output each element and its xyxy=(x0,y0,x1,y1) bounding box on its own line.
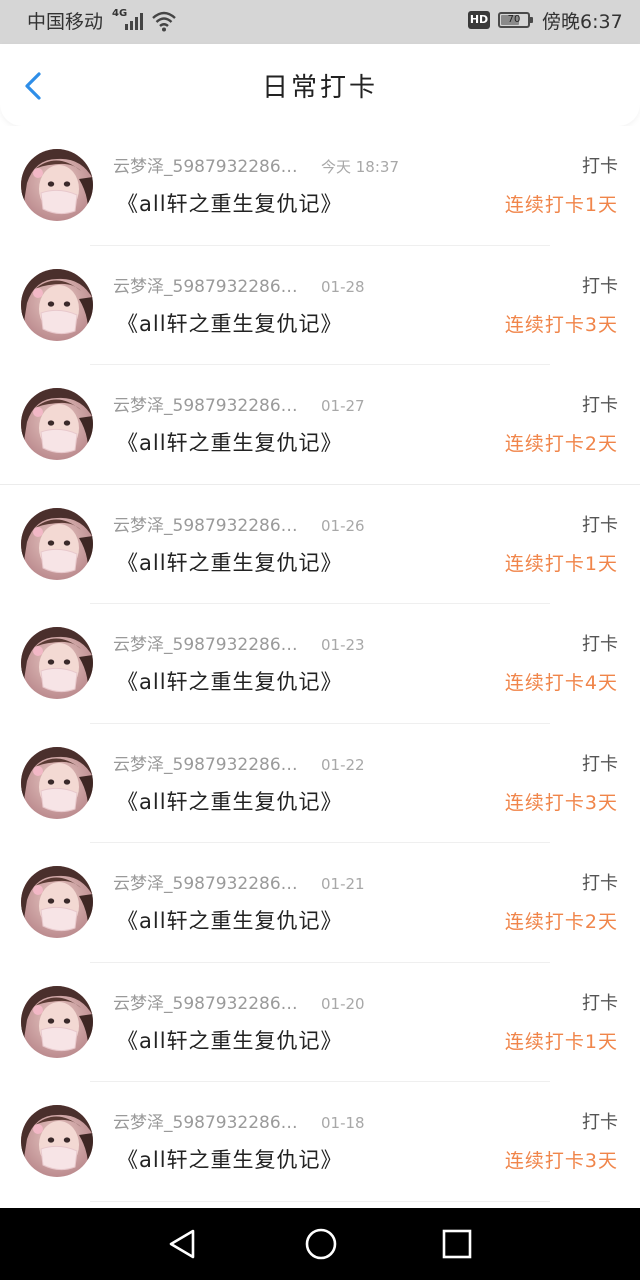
checkin-date: 01-26 xyxy=(321,516,365,535)
list-item[interactable]: 云梦泽_5987932286… 01-26 《all轩之重生复仇记》 打卡连续打卡1天 xyxy=(0,484,640,604)
battery-cap xyxy=(530,17,533,23)
username: 云梦泽_5987932286… xyxy=(113,993,298,1014)
checkin-label: 打卡 xyxy=(582,634,618,655)
streak-count: 连续打卡3天 xyxy=(504,313,618,336)
nav-home-button[interactable] xyxy=(303,1226,339,1266)
checkin-label: 打卡 xyxy=(582,395,618,416)
battery-level: 70 xyxy=(507,14,521,25)
checkin-label: 打卡 xyxy=(582,753,618,775)
checkin-date: 01-20 xyxy=(321,994,365,1013)
book-title[interactable]: 《all轩之重生复仇记》 xyxy=(117,1027,343,1055)
list-item[interactable]: 云梦泽_5987932286… 01-22 《all轩之重生复仇记》 打卡连续打卡3天 xyxy=(0,723,640,843)
list-item[interactable]: 云梦泽_5987932286… 01-27 《all轩之重生复仇记》 打卡连续打卡2天 xyxy=(0,365,640,485)
book-title[interactable]: 《all轩之重生复仇记》 xyxy=(117,788,343,816)
streak-count: 连续打卡4天 xyxy=(504,672,618,694)
hd-badge: HD xyxy=(468,11,490,29)
battery-icon: 70 xyxy=(498,12,530,28)
book-title[interactable]: 《all轩之重生复仇记》 xyxy=(117,429,343,457)
avatar[interactable] xyxy=(21,507,93,580)
nav-back-button[interactable] xyxy=(165,1226,201,1266)
avatar[interactable] xyxy=(21,268,93,341)
navigation-bar xyxy=(0,1208,640,1280)
triangle-back-icon xyxy=(169,1229,195,1259)
book-title[interactable]: 《all轩之重生复仇记》 xyxy=(117,668,343,696)
list-item[interactable]: 云梦泽_5987932286… 01-23 《all轩之重生复仇记》 打卡连续打卡4天 xyxy=(0,604,640,724)
streak-count: 连续打卡1天 xyxy=(504,194,618,216)
status-time: 傍晚6:37 xyxy=(542,11,623,33)
checkin-date: 01-21 xyxy=(321,875,365,893)
list-item[interactable]: 云梦泽_5987932286… 今天 18:37 《all轩之重生复仇记》 打卡连续打… xyxy=(0,126,640,246)
avatar[interactable] xyxy=(21,388,93,460)
checkin-label: 打卡 xyxy=(582,156,618,177)
checkin-date: 01-18 xyxy=(321,1114,365,1132)
checkin-date: 01-28 xyxy=(321,277,365,296)
streak-count: 连续打卡1天 xyxy=(504,1030,618,1053)
square-recent-icon xyxy=(442,1229,472,1259)
list-item[interactable]: 云梦泽_5987932286… 01-18 《all轩之重生复仇记》 打卡连续打卡3天 xyxy=(0,1082,640,1202)
checkin-list: 云梦泽_5987932286… 今天 18:37 《all轩之重生复仇记》 打卡 连续打… xyxy=(0,126,640,1202)
streak-count: 连续打卡1天 xyxy=(504,552,618,575)
book-title[interactable]: 《all轩之重生复仇记》 xyxy=(117,190,343,218)
username: 云梦泽_5987932286… xyxy=(113,157,298,177)
avatar[interactable] xyxy=(21,149,93,221)
username: 云梦泽_5987932286… xyxy=(113,1113,298,1133)
streak-count: 连续打卡3天 xyxy=(504,791,618,814)
screen: 中国移动 4G HD 70 傍晚6:37 日常打卡 云梦泽_5987932286… xyxy=(0,0,640,1280)
list-item[interactable]: 云梦泽_5987932286… 01-20 《all轩之重生复仇记》 打卡连续打卡1天 xyxy=(0,962,640,1082)
username: 云梦泽_5987932286… xyxy=(113,754,298,775)
carrier-label: 中国移动 xyxy=(27,11,104,33)
circle-home-icon xyxy=(305,1228,337,1260)
checkin-date: 01-23 xyxy=(321,636,365,654)
username: 云梦泽_5987932286… xyxy=(113,635,298,655)
checkin-date: 今天 18:37 xyxy=(321,158,399,176)
streak-count: 连续打卡2天 xyxy=(504,911,618,933)
checkin-label: 打卡 xyxy=(582,275,618,297)
checkin-label: 打卡 xyxy=(582,514,618,536)
nav-recent-button[interactable] xyxy=(439,1226,475,1266)
book-title[interactable]: 《all轩之重生复仇记》 xyxy=(117,907,343,935)
wifi-icon xyxy=(151,10,177,36)
list-item[interactable]: 云梦泽_5987932286… 01-28 《all轩之重生复仇记》 打卡连续打卡3天 xyxy=(0,245,640,365)
avatar[interactable] xyxy=(21,627,93,699)
avatar[interactable] xyxy=(21,1105,93,1177)
checkin-label: 打卡 xyxy=(582,1112,618,1133)
avatar[interactable] xyxy=(21,746,93,819)
checkin-label: 打卡 xyxy=(582,873,618,894)
divider xyxy=(90,1200,550,1202)
book-title[interactable]: 《all轩之重生复仇记》 xyxy=(117,549,343,577)
checkin-label: 打卡 xyxy=(582,992,618,1014)
username: 云梦泽_5987932286… xyxy=(113,874,298,894)
header: 日常打卡 xyxy=(0,44,640,126)
streak-count: 连续打卡2天 xyxy=(504,433,618,455)
status-bar: 中国移动 4G HD 70 傍晚6:37 xyxy=(0,0,640,44)
username: 云梦泽_5987932286… xyxy=(113,276,298,297)
streak-count: 连续打卡3天 xyxy=(504,1150,618,1172)
page-title: 日常打卡 xyxy=(261,73,378,103)
avatar[interactable] xyxy=(21,866,93,938)
username: 云梦泽_5987932286… xyxy=(113,515,298,536)
book-title[interactable]: 《all轩之重生复仇记》 xyxy=(117,1146,343,1174)
checkin-date: 01-27 xyxy=(321,397,365,415)
checkin-date: 01-22 xyxy=(321,755,365,774)
username: 云梦泽_5987932286… xyxy=(113,396,298,416)
signal-icon xyxy=(124,11,146,35)
list-item[interactable]: 云梦泽_5987932286… 01-21 《all轩之重生复仇记》 打卡连续打卡2天 xyxy=(0,843,640,963)
avatar[interactable] xyxy=(21,985,93,1058)
book-title[interactable]: 《all轩之重生复仇记》 xyxy=(117,310,343,338)
